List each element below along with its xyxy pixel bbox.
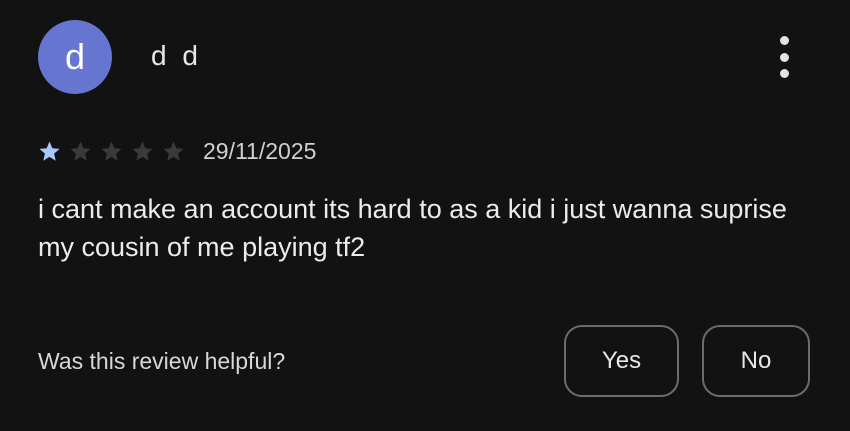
more-vert-icon <box>779 36 789 45</box>
star-filled-icon <box>39 140 60 161</box>
review-text: i cant make an account its hard to as a … <box>38 194 787 262</box>
helpful-no-button[interactable]: No <box>702 325 810 397</box>
rating-row: 29/11/2025 <box>38 136 316 166</box>
review-date: 29/11/2025 <box>203 137 317 164</box>
star-empty-icon <box>70 140 91 161</box>
star-rating <box>38 140 193 163</box>
avatar: d <box>38 20 112 94</box>
star-empty-icon <box>132 140 153 161</box>
more-vert-icon <box>779 69 789 78</box>
more-vert-icon <box>779 52 789 62</box>
reviewer-name: d d <box>151 40 202 71</box>
helpful-yes-button[interactable]: Yes <box>564 325 679 397</box>
helpful-question: Was this review helpful? <box>38 348 286 374</box>
more-options-button[interactable] <box>768 36 800 78</box>
avatar-letter: d <box>64 36 86 77</box>
star-empty-icon <box>101 140 122 161</box>
star-empty-icon <box>163 140 184 161</box>
